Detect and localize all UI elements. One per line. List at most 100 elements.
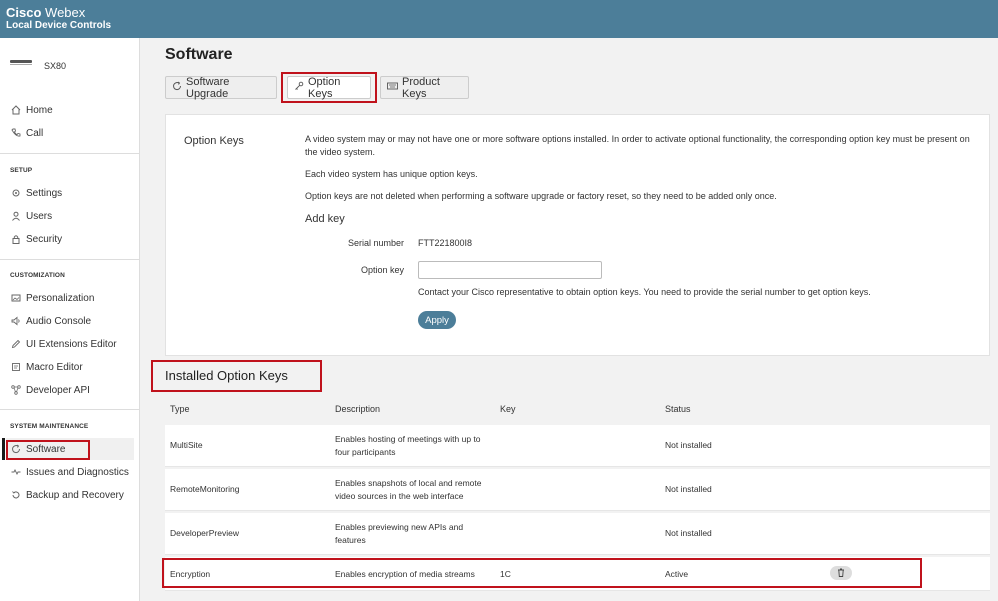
- tab-label: Software Upgrade: [186, 75, 230, 100]
- cell-description: Enables snapshots of local and remote vi…: [335, 478, 482, 501]
- tab-product-keys[interactable]: Product Keys: [380, 75, 469, 100]
- trash-icon: [837, 568, 845, 579]
- macro-icon: [10, 361, 22, 373]
- lock-icon: [10, 233, 22, 245]
- installed-option-keys-heading: Installed Option Keys: [165, 368, 288, 383]
- description-text: A video system may or may not have one o…: [305, 134, 970, 157]
- cell-type: DeveloperPreview: [170, 528, 239, 538]
- help-text: Contact your Cisco representative to obt…: [418, 287, 871, 297]
- active-item-indicator: [2, 438, 5, 460]
- table-header: Type Description Key Status: [165, 398, 990, 424]
- serial-number-value: FTT221800I8: [418, 238, 473, 248]
- sidebar-item-label: Macro Editor: [26, 361, 83, 373]
- option-key-input[interactable]: [418, 261, 602, 279]
- description-text: Option keys are not deleted when perform…: [305, 191, 777, 201]
- add-key-heading: Add key: [305, 213, 345, 225]
- keyboard-icon: [387, 81, 398, 94]
- section-title-setup: SETUP: [10, 167, 33, 174]
- device-icon-base: [10, 64, 32, 65]
- sidebar-item-users[interactable]: Users: [10, 208, 138, 224]
- sidebar-item-label: Backup and Recovery: [26, 489, 124, 501]
- sidebar-item-macro-editor[interactable]: Macro Editor: [10, 359, 138, 375]
- refresh-icon: [172, 81, 182, 94]
- serial-number-label: Serial number: [347, 238, 404, 248]
- section-title-system-maintenance: SYSTEM MAINTENANCE: [10, 423, 89, 430]
- sidebar-item-label: Software: [26, 443, 66, 455]
- delete-key-button[interactable]: [830, 566, 852, 580]
- sidebar: SX80 Home Call SETUP Settings Users Secu…: [0, 38, 140, 601]
- sidebar-item-home[interactable]: Home: [10, 102, 138, 118]
- sidebar-item-developer-api[interactable]: Developer API: [10, 382, 138, 398]
- sidebar-item-label: Audio Console: [26, 315, 92, 327]
- software-icon: [10, 443, 22, 455]
- tab-option-keys[interactable]: Option Keys: [287, 75, 371, 100]
- backup-icon: [10, 489, 22, 501]
- column-header-description: Description: [335, 404, 381, 414]
- device-name: SX80: [44, 61, 67, 71]
- device-info: SX80: [8, 56, 138, 76]
- user-icon: [10, 210, 22, 222]
- brand-webex: Webex: [45, 5, 86, 20]
- sidebar-item-label: Issues and Diagnostics: [26, 466, 129, 478]
- divider: [0, 259, 140, 260]
- sidebar-item-ui-extensions-editor[interactable]: UI Extensions Editor: [10, 336, 138, 352]
- gear-icon: [10, 187, 22, 199]
- column-header-key: Key: [500, 404, 516, 414]
- header-subtitle: Local Device Controls: [6, 20, 112, 31]
- tab-label: Product Keys: [402, 75, 440, 100]
- table-row: Encryption Enables encryption of media s…: [165, 557, 990, 591]
- home-icon: [10, 104, 22, 116]
- sidebar-item-personalization[interactable]: Personalization: [10, 290, 138, 306]
- sidebar-item-label: Security: [26, 233, 63, 245]
- sidebar-item-label: UI Extensions Editor: [26, 338, 117, 350]
- option-keys-card: Option Keys A video system may or may no…: [165, 114, 990, 356]
- sidebar-item-label: Call: [26, 127, 44, 139]
- sidebar-item-settings[interactable]: Settings: [10, 185, 138, 201]
- phone-icon: [10, 127, 22, 139]
- cell-key: 1C: [500, 569, 511, 579]
- page-title: Software: [165, 46, 233, 63]
- column-header-status: Status: [665, 404, 691, 414]
- tab-label: Option Keys: [308, 75, 341, 100]
- divider: [0, 409, 140, 410]
- cell-type: MultiSite: [170, 440, 203, 450]
- sidebar-item-issues-and-diagnostics[interactable]: Issues and Diagnostics: [10, 464, 138, 480]
- key-icon: [294, 81, 304, 94]
- option-key-label: Option key: [360, 265, 404, 275]
- app-header: Cisco Webex Local Device Controls: [0, 0, 998, 38]
- sidebar-item-label: Home: [26, 104, 53, 116]
- section-title-customization: CUSTOMIZATION: [10, 272, 65, 279]
- column-header-type: Type: [170, 404, 190, 414]
- cell-status: Active: [665, 569, 689, 579]
- divider: [0, 153, 140, 154]
- cell-description: Enables previewing new APIs and features: [335, 522, 464, 545]
- brand: Cisco Webex: [6, 6, 992, 20]
- table-row: MultiSite Enables hosting of meetings wi…: [165, 425, 990, 467]
- sidebar-item-call[interactable]: Call: [10, 125, 138, 141]
- sidebar-item-label: Settings: [26, 187, 63, 199]
- device-icon: [10, 60, 32, 63]
- sidebar-item-label: Developer API: [26, 384, 90, 396]
- description-text: Each video system has unique option keys…: [305, 169, 478, 179]
- cell-status: Not installed: [665, 484, 712, 494]
- sidebar-item-backup-and-recovery[interactable]: Backup and Recovery: [10, 487, 138, 503]
- image-icon: [10, 292, 22, 304]
- cell-status: Not installed: [665, 528, 712, 538]
- sidebar-item-security[interactable]: Security: [10, 231, 138, 247]
- pulse-icon: [10, 466, 22, 478]
- cell-description: Enables hosting of meetings with up to f…: [335, 434, 481, 457]
- sidebar-item-label: Personalization: [26, 292, 95, 304]
- table-row: DeveloperPreview Enables previewing new …: [165, 513, 990, 555]
- apply-button[interactable]: Apply: [418, 311, 456, 329]
- cell-description: Enables encryption of media streams: [335, 569, 475, 579]
- network-icon: [10, 384, 22, 396]
- sidebar-item-software[interactable]: Software: [10, 441, 138, 457]
- tab-software-upgrade[interactable]: Software Upgrade: [165, 75, 277, 100]
- audio-icon: [10, 315, 22, 327]
- table-row: RemoteMonitoring Enables snapshots of lo…: [165, 469, 990, 511]
- cell-type: Encryption: [170, 569, 211, 579]
- sidebar-item-audio-console[interactable]: Audio Console: [10, 313, 138, 329]
- pencil-icon: [10, 338, 22, 350]
- cell-status: Not installed: [665, 440, 712, 450]
- card-label: Option Keys: [184, 135, 244, 147]
